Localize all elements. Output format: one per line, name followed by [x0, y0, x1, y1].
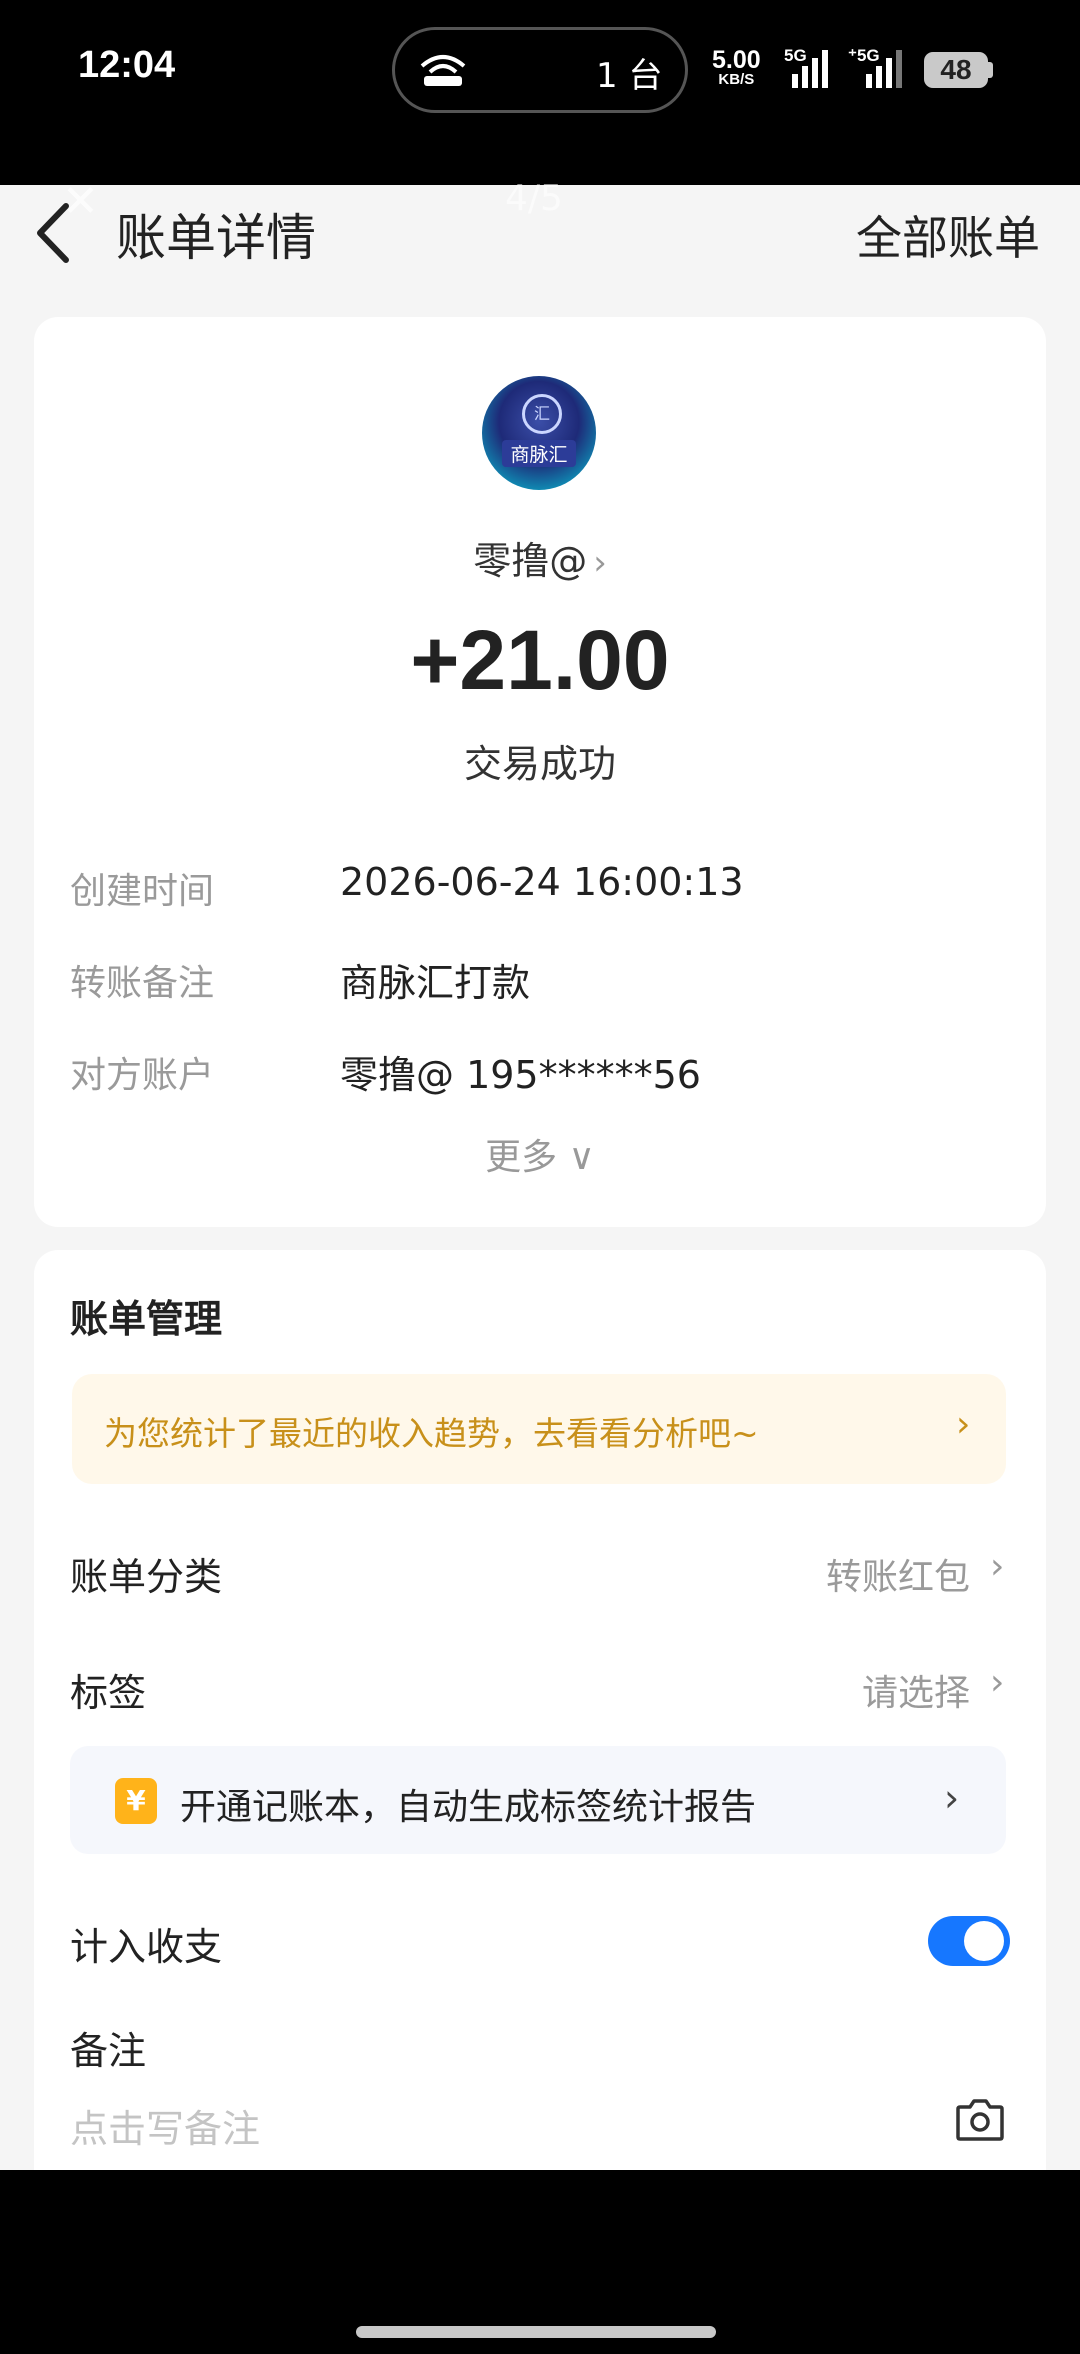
- page-title: 账单详情: [116, 209, 316, 267]
- battery-tip: [988, 62, 993, 78]
- detail-value-created-time: 2026-06-24 16:00:13: [340, 860, 744, 904]
- signal-icon: [792, 50, 828, 88]
- detail-value-counterparty: 零撸@ 195******56: [340, 1053, 701, 1097]
- category-value[interactable]: 转账红包: [826, 1548, 970, 1600]
- signal-icon-2: [866, 50, 902, 88]
- tag-value[interactable]: 请选择: [862, 1664, 970, 1716]
- tag-label: 标签: [70, 1671, 147, 1715]
- detail-value-transfer-note: 商脉汇打款: [340, 961, 531, 1005]
- home-indicator[interactable]: [356, 2326, 716, 2338]
- promo-text: 开通记账本，自动生成标签统计报告: [180, 1787, 757, 1828]
- avatar-text: 商脉汇: [502, 440, 576, 467]
- chevron-right-icon: ›: [990, 1546, 1005, 1587]
- detail-label-transfer-note: 转账备注: [70, 963, 215, 1004]
- detail-label-created-time: 创建时间: [70, 871, 215, 912]
- payee-name[interactable]: 零撸@ ›: [0, 530, 1080, 585]
- tip-text: 为您统计了最近的收入趋势，去看看分析吧~: [104, 1414, 759, 1453]
- more-toggle[interactable]: 更多 ∨: [0, 1128, 1080, 1180]
- amount: +21.00: [410, 613, 670, 707]
- hotspot-icon: [420, 55, 466, 86]
- chevron-right-icon: ›: [593, 543, 607, 583]
- payee-label: 零撸@: [473, 539, 588, 583]
- ledger-icon: ¥: [115, 1778, 157, 1824]
- status-time: 12:04: [78, 44, 176, 86]
- toggle-knob: [964, 1921, 1004, 1961]
- transaction-status: 交易成功: [463, 742, 616, 786]
- note-label: 备注: [70, 2029, 147, 2073]
- note-input[interactable]: 点击写备注: [70, 2098, 260, 2153]
- image-counter: 4/5: [505, 178, 563, 219]
- avatar-logo-icon: 汇: [522, 394, 562, 434]
- chevron-right-icon: ›: [944, 1776, 960, 1820]
- include-in-stats-label: 计入收支: [70, 1925, 223, 1969]
- viewer-close-icon[interactable]: ✕: [62, 176, 99, 227]
- chevron-right-icon: ›: [956, 1404, 971, 1445]
- chevron-right-icon: ›: [990, 1662, 1005, 1703]
- detail-label-counterparty: 对方账户: [70, 1055, 215, 1096]
- camera-icon[interactable]: [954, 2095, 1006, 2143]
- net-speed: 5.00 KB/S: [712, 46, 761, 88]
- section-title: 账单管理: [70, 1297, 223, 1341]
- island-device-count: 1 台: [596, 56, 663, 96]
- category-label: 账单分类: [70, 1555, 223, 1599]
- all-bills-link[interactable]: 全部账单: [856, 202, 1040, 268]
- battery-indicator: 48: [924, 52, 988, 88]
